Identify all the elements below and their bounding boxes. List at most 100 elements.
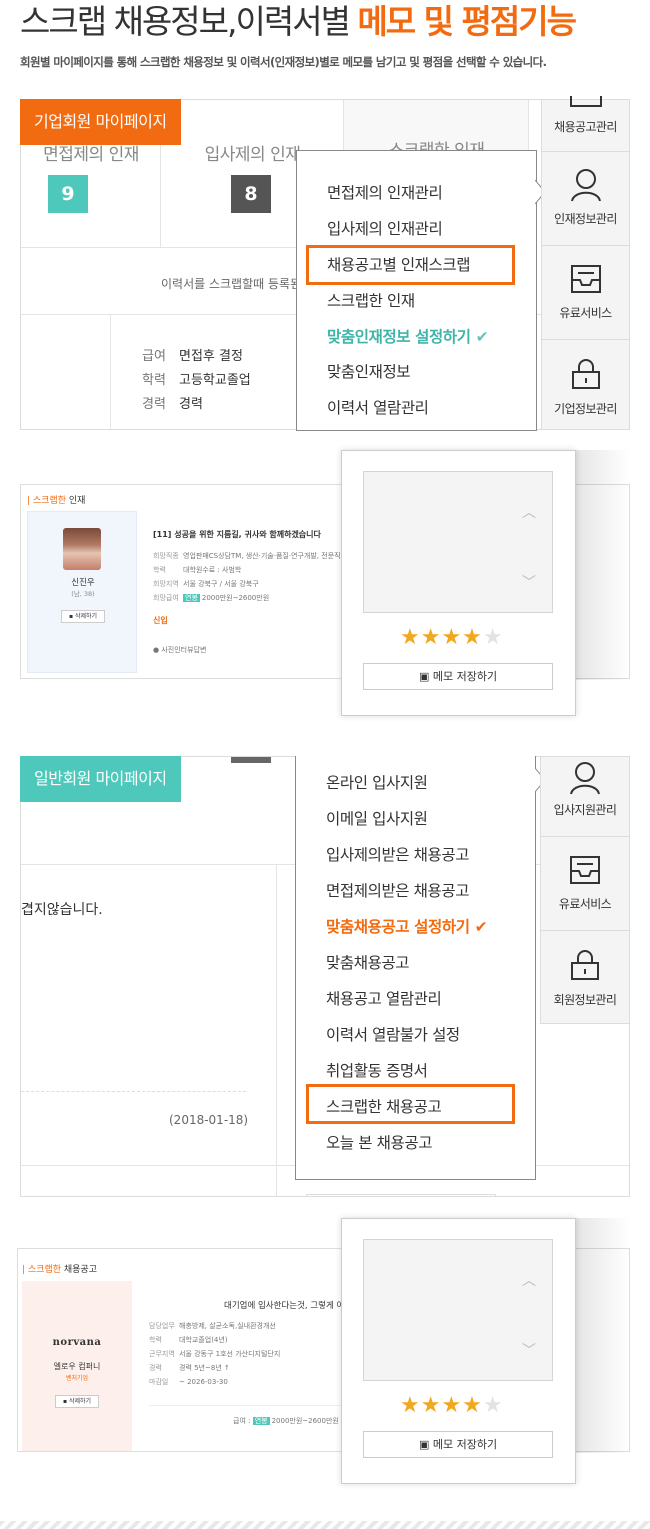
memo-textarea[interactable]: ︿ ﹀	[363, 471, 553, 613]
menu-item-custom-talent-setting[interactable]: 맞춤인재정보 설정하기 ✔	[327, 325, 489, 347]
post-title[interactable]: [11] 성공을 위한 지름길, 귀사와 함께하겠습니다	[153, 529, 321, 540]
memo-popup: ︿ ﹀ ★★★★★ ▣ 메모 저장하기	[341, 450, 576, 716]
delete-button[interactable]: ▪ 삭제하기	[55, 1395, 99, 1408]
row-duty: 담당업무 해충방제, 살균소독,실내환경개선	[149, 1322, 276, 1330]
status-badge: 신입	[153, 616, 168, 625]
company-mypage-tag: 기업회원 마이페이지	[20, 99, 181, 145]
person-sub: (남, 38)	[71, 590, 95, 598]
person-icon	[570, 169, 601, 202]
star-icon: ★★★★	[400, 625, 483, 650]
row-career: 경력 경력 5년~8년 ↑	[149, 1364, 230, 1372]
delete-button[interactable]: ▪ 삭제하기	[61, 610, 105, 623]
iconbar-item-job-manage[interactable]: 채용공고관리	[542, 96, 629, 152]
rating-stars[interactable]: ★★★★★	[400, 625, 504, 650]
menu-item-hire-offer-received[interactable]: 입사제의받은 채용공고	[326, 843, 470, 865]
menu-item-custom-job-setting[interactable]: 맞춤채용공고 설정하기 ✔	[326, 915, 488, 937]
pay-badge: 연봉	[183, 594, 200, 602]
user-mypage-tag: 일반회원 마이페이지	[20, 756, 181, 802]
menu-highlight-box	[306, 1084, 515, 1124]
star-empty-icon: ★	[482, 1393, 504, 1418]
star-icon: ★★★★	[400, 1393, 483, 1418]
menu-item-job-view[interactable]: 채용공고 열람관리	[326, 987, 442, 1009]
count-badge[interactable]: 9	[48, 175, 88, 213]
iconbar-item-apply-manage[interactable]: 입사지원관리	[541, 757, 629, 837]
iconbar-item-paid-service[interactable]: 유료서비스	[542, 246, 629, 340]
row-desired-pay: 희망급여 연봉 2000만원~2600만원	[153, 594, 270, 602]
company-dropdown-menu: 면접제의 인재관리 입사제의 인재관리 채용공고별 인재스크랩 스크랩한 인재 …	[296, 150, 537, 431]
company-type: 벤처기업	[65, 1375, 89, 1382]
save-memo-button[interactable]: ▣ 메모 저장하기	[363, 1431, 553, 1458]
menu-item-interview-offer[interactable]: 면접제의 인재관리	[327, 181, 443, 203]
menu-item-resume-view[interactable]: 이력서 열람관리	[327, 396, 429, 418]
inbox-icon	[570, 856, 600, 884]
company-profile-box: norvana 엘로우 컴퍼니 벤처기업 ▪ 삭제하기	[22, 1281, 132, 1451]
star-empty-icon: ★	[482, 625, 504, 650]
lock-icon	[571, 359, 600, 389]
menu-item-resume-block[interactable]: 이력서 열람불가 설정	[326, 1023, 460, 1045]
divider	[149, 1405, 344, 1406]
row-education: 학력 대학교졸업(4년)	[149, 1336, 228, 1344]
popup-shadow	[575, 450, 630, 680]
photo-cell	[21, 315, 111, 429]
company-iconbar: 채용공고관리 인재정보관리 유료서비스 기업정보관리	[541, 96, 630, 431]
lock-icon	[571, 950, 599, 980]
menu-item-hire-offer[interactable]: 입사제의 인재관리	[327, 217, 443, 239]
scroll-down-icon[interactable]: ﹀	[522, 572, 536, 592]
menu-item-scrapped-talent[interactable]: 스크랩한 인재	[327, 289, 415, 311]
info-education: 학력 고등학교졸업	[142, 373, 251, 388]
row-deadline: 마감일 ~ 2026-03-30	[149, 1378, 228, 1386]
check-icon: ✔	[474, 918, 488, 936]
pay-badge: 연봉	[252, 1417, 270, 1425]
person-name: 신진우	[71, 578, 95, 588]
row-location: 근무지역 서울 강동구 1호선 가산디지털단지	[149, 1350, 281, 1358]
row-education: 학력 대학원수료 : 사범학	[153, 566, 242, 574]
menu-item-interview-offer-received[interactable]: 면접제의받은 채용공고	[326, 879, 470, 901]
company-logo: norvana	[52, 1337, 102, 1348]
info-salary: 급여 면접후 결정	[142, 349, 243, 364]
divider	[276, 865, 277, 1196]
scrap-job-heading: | 스크랩한 채용공고	[22, 1265, 97, 1275]
chat-icon: ●	[153, 646, 160, 654]
iconbar-item-member-info[interactable]: 회원정보관리	[541, 931, 629, 1025]
scroll-up-icon[interactable]: ︿	[522, 1270, 536, 1290]
menu-item-email-apply[interactable]: 이메일 입사지원	[326, 807, 428, 829]
menu-highlight-box	[306, 245, 515, 285]
memo-popup: ︿ ﹀ ★★★★★ ▣ 메모 저장하기	[341, 1218, 576, 1484]
save-icon: ▣	[418, 1438, 430, 1451]
date-text: (2018-01-18)	[169, 1113, 249, 1127]
count-badge[interactable]: 8	[231, 175, 271, 213]
talent-profile-box: 신진우 (남, 38) ▪ 삭제하기	[27, 511, 137, 673]
inbox-icon	[570, 265, 601, 293]
memo-textarea[interactable]: ︿ ﹀	[363, 1239, 553, 1381]
scrap-talent-heading: | 스크랩한 인재	[27, 496, 86, 506]
row-desired-job: 희망직종 영업판매CS상담TM, 생산·기술·품질·연구개발, 전문직	[153, 552, 341, 560]
row-desired-area: 희망지역 서울 강북구 / 서울 강북구	[153, 580, 259, 588]
iconbar-item-paid-service[interactable]: 유료서비스	[541, 837, 629, 931]
rating-stars[interactable]: ★★★★★	[400, 1393, 504, 1418]
menu-item-employment-cert[interactable]: 취업활동 증명서	[326, 1059, 428, 1081]
save-memo-button[interactable]: ▣ 메모 저장하기	[363, 663, 553, 690]
scrap-note: 이력서를 스크랩할때 등록된	[161, 277, 302, 291]
trash-icon: ▪	[68, 613, 74, 620]
page-subtitle: 회원별 마이페이지를 통해 스크랩한 채용정보 및 이력서(인재정보)별로 메모…	[20, 55, 547, 69]
page-title: 스크랩 채용정보,이력서별 메모 및 평점기능	[20, 2, 577, 41]
tray-icon	[569, 96, 602, 107]
iconbar-item-company-info[interactable]: 기업정보관리	[542, 340, 629, 431]
box-fragment	[306, 1194, 496, 1196]
user-dropdown-menu: 온라인 입사지원 이메일 입사지원 입사제의받은 채용공고 면접제의받은 채용공…	[295, 756, 536, 1180]
menu-item-custom-job[interactable]: 맞춤채용공고	[326, 951, 410, 973]
tab-fragment	[231, 757, 271, 763]
menu-item-custom-talent[interactable]: 맞춤인재정보	[327, 360, 411, 382]
scroll-down-icon[interactable]: ﹀	[522, 1340, 536, 1360]
notice-text: 겹지않습니다.	[21, 902, 103, 918]
iconbar-item-talent-manage[interactable]: 인재정보관리	[542, 152, 629, 246]
menu-item-today-viewed[interactable]: 오늘 본 채용공고	[326, 1131, 432, 1153]
avatar	[63, 528, 101, 570]
post-title[interactable]: 대기업에 입사한다는것, 그렇게 어	[224, 1299, 344, 1311]
row-pay: 급여 : 연봉 2000만원~2600만원	[233, 1417, 339, 1425]
dashed-divider	[21, 1091, 246, 1092]
company-name: 엘로우 컴퍼니	[53, 1362, 101, 1371]
footer-stripe	[0, 1521, 650, 1529]
scroll-up-icon[interactable]: ︿	[522, 502, 536, 522]
menu-item-online-apply[interactable]: 온라인 입사지원	[326, 771, 428, 793]
